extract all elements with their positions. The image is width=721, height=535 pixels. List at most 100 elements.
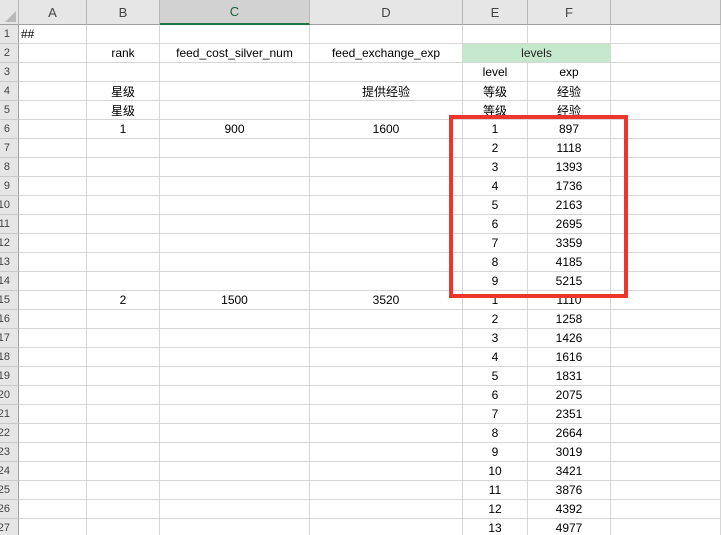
cell-A17[interactable] xyxy=(19,329,87,348)
row-header-20[interactable]: 20 xyxy=(0,386,19,405)
cell-F19[interactable]: 1831 xyxy=(528,367,611,386)
cell-A7[interactable] xyxy=(19,139,87,158)
cell-B12[interactable] xyxy=(87,234,160,253)
cell-D18[interactable] xyxy=(310,348,463,367)
cell-C19[interactable] xyxy=(160,367,310,386)
cell-G10[interactable] xyxy=(611,196,721,215)
cell-A25[interactable] xyxy=(19,481,87,500)
cell-A9[interactable] xyxy=(19,177,87,196)
column-header-A[interactable]: A xyxy=(19,0,87,25)
cell-D2[interactable]: feed_exchange_exp xyxy=(310,44,463,63)
cell-G21[interactable] xyxy=(611,405,721,424)
cell-D21[interactable] xyxy=(310,405,463,424)
cell-B21[interactable] xyxy=(87,405,160,424)
cell-B5[interactable]: 星级 xyxy=(87,101,160,120)
cell-F3[interactable]: exp xyxy=(528,63,611,82)
cell-E26[interactable]: 12 xyxy=(463,500,528,519)
cell-D26[interactable] xyxy=(310,500,463,519)
cell-C27[interactable] xyxy=(160,519,310,535)
cell-G19[interactable] xyxy=(611,367,721,386)
row-header-12[interactable]: 12 xyxy=(0,234,19,253)
cell-B3[interactable] xyxy=(87,63,160,82)
cell-C10[interactable] xyxy=(160,196,310,215)
cell-D10[interactable] xyxy=(310,196,463,215)
cell-B6[interactable]: 1 xyxy=(87,120,160,139)
cell-G1[interactable] xyxy=(611,25,721,44)
cell-E3[interactable]: level xyxy=(463,63,528,82)
cell-C14[interactable] xyxy=(160,272,310,291)
cell-E20[interactable]: 6 xyxy=(463,386,528,405)
column-header-G[interactable] xyxy=(611,0,721,25)
row-header-21[interactable]: 21 xyxy=(0,405,19,424)
cell-B24[interactable] xyxy=(87,462,160,481)
cell-F27[interactable]: 4977 xyxy=(528,519,611,535)
cell-A16[interactable] xyxy=(19,310,87,329)
cell-E6[interactable]: 1 xyxy=(463,120,528,139)
cell-C26[interactable] xyxy=(160,500,310,519)
cell-E24[interactable]: 10 xyxy=(463,462,528,481)
cell-F25[interactable]: 3876 xyxy=(528,481,611,500)
cell-E11[interactable]: 6 xyxy=(463,215,528,234)
cell-B18[interactable] xyxy=(87,348,160,367)
cell-F1[interactable] xyxy=(528,25,611,44)
cell-G23[interactable] xyxy=(611,443,721,462)
cell-D6[interactable]: 1600 xyxy=(310,120,463,139)
cell-B2[interactable]: rank xyxy=(87,44,160,63)
cell-E9[interactable]: 4 xyxy=(463,177,528,196)
cell-A27[interactable] xyxy=(19,519,87,535)
cell-G22[interactable] xyxy=(611,424,721,443)
cell-E22[interactable]: 8 xyxy=(463,424,528,443)
cell-F23[interactable]: 3019 xyxy=(528,443,611,462)
cell-C13[interactable] xyxy=(160,253,310,272)
cell-G16[interactable] xyxy=(611,310,721,329)
row-header-27[interactable]: 27 xyxy=(0,519,19,535)
cell-G24[interactable] xyxy=(611,462,721,481)
cell-B25[interactable] xyxy=(87,481,160,500)
cell-D3[interactable] xyxy=(310,63,463,82)
cell-D15[interactable]: 3520 xyxy=(310,291,463,310)
cell-E17[interactable]: 3 xyxy=(463,329,528,348)
cell-E21[interactable]: 7 xyxy=(463,405,528,424)
cell-C22[interactable] xyxy=(160,424,310,443)
row-header-24[interactable]: 24 xyxy=(0,462,19,481)
cell-F18[interactable]: 1616 xyxy=(528,348,611,367)
row-header-6[interactable]: 6 xyxy=(0,120,19,139)
cell-F17[interactable]: 1426 xyxy=(528,329,611,348)
cell-B11[interactable] xyxy=(87,215,160,234)
row-header-23[interactable]: 23 xyxy=(0,443,19,462)
cell-F20[interactable]: 2075 xyxy=(528,386,611,405)
row-header-22[interactable]: 22 xyxy=(0,424,19,443)
cell-C3[interactable] xyxy=(160,63,310,82)
cell-D24[interactable] xyxy=(310,462,463,481)
cell-D11[interactable] xyxy=(310,215,463,234)
cell-F14[interactable]: 5215 xyxy=(528,272,611,291)
row-header-17[interactable]: 17 xyxy=(0,329,19,348)
cell-D19[interactable] xyxy=(310,367,463,386)
cell-A21[interactable] xyxy=(19,405,87,424)
cell-D17[interactable] xyxy=(310,329,463,348)
cell-G25[interactable] xyxy=(611,481,721,500)
cell-A13[interactable] xyxy=(19,253,87,272)
cell-A26[interactable] xyxy=(19,500,87,519)
cell-A23[interactable] xyxy=(19,443,87,462)
cell-F22[interactable]: 2664 xyxy=(528,424,611,443)
cell-F26[interactable]: 4392 xyxy=(528,500,611,519)
cell-B22[interactable] xyxy=(87,424,160,443)
cell-G2[interactable] xyxy=(611,44,721,63)
cell-A4[interactable] xyxy=(19,82,87,101)
cell-A6[interactable] xyxy=(19,120,87,139)
cell-G13[interactable] xyxy=(611,253,721,272)
cell-B19[interactable] xyxy=(87,367,160,386)
column-header-F[interactable]: F xyxy=(528,0,611,25)
cell-A15[interactable] xyxy=(19,291,87,310)
row-header-7[interactable]: 7 xyxy=(0,139,19,158)
cell-G14[interactable] xyxy=(611,272,721,291)
cell-C25[interactable] xyxy=(160,481,310,500)
cell-E19[interactable]: 5 xyxy=(463,367,528,386)
cell-G17[interactable] xyxy=(611,329,721,348)
cell-G3[interactable] xyxy=(611,63,721,82)
cell-G12[interactable] xyxy=(611,234,721,253)
cell-C5[interactable] xyxy=(160,101,310,120)
cell-B20[interactable] xyxy=(87,386,160,405)
cell-A22[interactable] xyxy=(19,424,87,443)
